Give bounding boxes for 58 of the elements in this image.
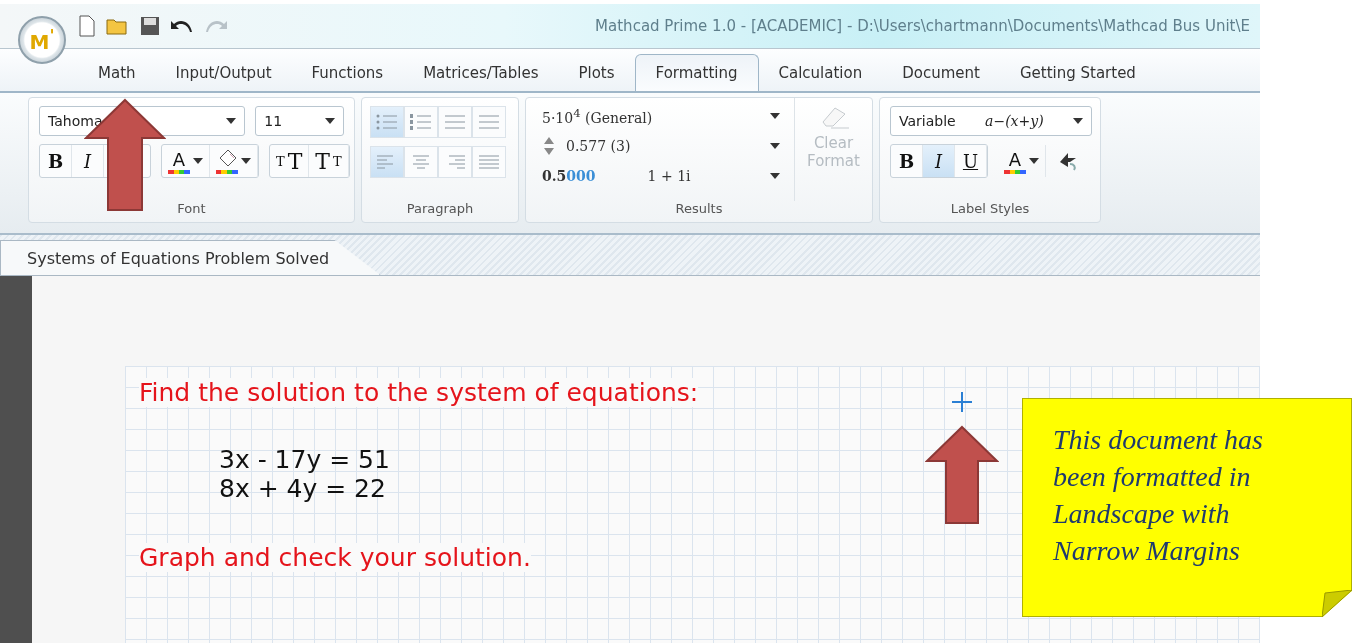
complex-format-dropdown[interactable]: 0.5000 1 + 1i: [542, 162, 780, 190]
align-button[interactable]: [472, 146, 506, 178]
list-style-button[interactable]: [438, 106, 472, 138]
color-swatch-icon: [168, 169, 190, 174]
color-swatch-icon: [1004, 169, 1026, 174]
result-format-dropdown[interactable]: 5·10$^{4}$ (General): [542, 102, 780, 130]
ribbon-tab[interactable]: Document: [882, 55, 1000, 91]
caret-icon: [193, 158, 203, 164]
equation: 3x - 17y = 51: [219, 445, 390, 474]
crosshair-cursor-icon: [950, 390, 974, 414]
result-precision-dropdown[interactable]: 0.577 (3): [542, 132, 780, 160]
ribbon-tab[interactable]: Plots: [558, 55, 635, 91]
italic-button[interactable]: I: [72, 145, 104, 177]
instruction-text: Graph and check your solution.: [139, 543, 531, 572]
shrink-font-button[interactable]: TT: [309, 145, 349, 177]
caret-icon: [325, 118, 335, 124]
list-style-button[interactable]: [404, 106, 438, 138]
caret-icon: [770, 113, 780, 119]
caret-icon: [770, 173, 780, 179]
ribbon-tab[interactable]: Matrices/Tables: [403, 55, 559, 91]
list-style-button[interactable]: [472, 106, 506, 138]
font-size-dropdown[interactable]: 11: [255, 106, 344, 136]
window-title: Mathcad Prime 1.0 - [ACADEMIC] - D:\Users\chartmann\Documents\Mathcad Bus Unit\E: [595, 17, 1251, 35]
save-icon[interactable]: [140, 16, 160, 36]
ribbon-tab[interactable]: Getting Started: [999, 55, 1156, 91]
group-label: Label Styles: [950, 201, 1030, 218]
align-button[interactable]: [404, 146, 438, 178]
ribbon-tab[interactable]: Input/Output: [155, 55, 292, 91]
caret-icon: [770, 143, 780, 149]
list-style-button[interactable]: [370, 106, 404, 138]
spinner-icon: [542, 135, 556, 157]
align-button[interactable]: [438, 146, 472, 178]
label-style-button[interactable]: I: [923, 145, 955, 177]
caret-icon: [1073, 118, 1083, 124]
group-label: Results: [675, 201, 723, 218]
equation: 8x + 4y = 22: [219, 474, 386, 503]
label-style-dropdown[interactable]: Variable a−(x+y): [890, 106, 1092, 136]
ribbon-tab[interactable]: Formatting: [634, 54, 759, 91]
caret-icon: [241, 158, 251, 164]
group-label: Paragraph: [406, 201, 474, 218]
folder-icon[interactable]: [106, 16, 130, 36]
folded-corner-icon: [1322, 590, 1352, 617]
paint-bucket-icon: [216, 148, 238, 174]
caret-icon: [226, 118, 237, 124]
problem-heading: Find the solution to the system of equations:: [139, 378, 699, 407]
ribbon-tab[interactable]: Calculation: [758, 55, 883, 91]
align-button[interactable]: [370, 146, 404, 178]
ribbon-tab[interactable]: Functions: [291, 55, 404, 91]
bold-button[interactable]: B: [40, 145, 72, 177]
new-document-icon[interactable]: [78, 15, 96, 37]
label-style-button[interactable]: U: [955, 145, 987, 177]
note-text: This document has been formatted in Landscape with Narrow Margins: [1053, 423, 1264, 568]
ribbon-tab[interactable]: Math: [78, 55, 156, 91]
caret-icon: [1029, 158, 1039, 164]
group-label: Font: [177, 201, 206, 218]
grow-font-button[interactable]: TT: [270, 145, 310, 177]
font-color-button[interactable]: A: [998, 145, 1046, 177]
document-tab[interactable]: Systems of Equations Problem Solved: [0, 240, 381, 275]
